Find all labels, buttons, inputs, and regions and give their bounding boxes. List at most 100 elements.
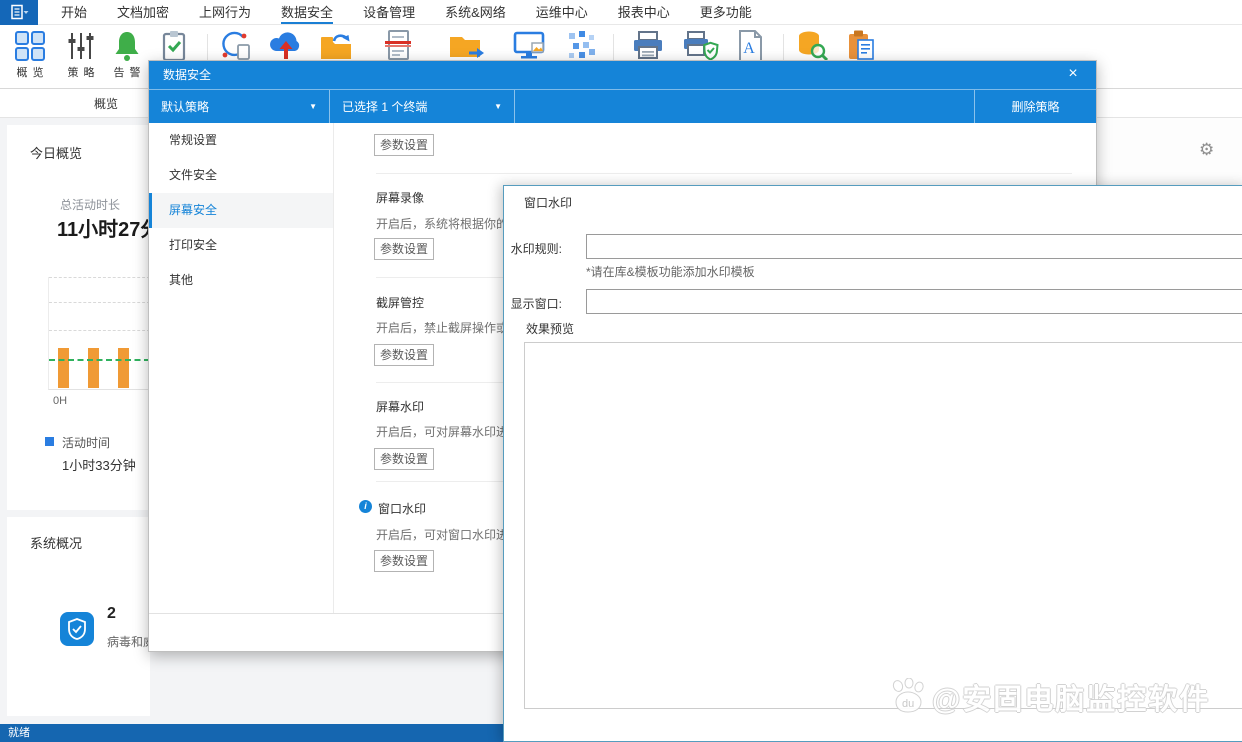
gear-icon[interactable]: ⚙ <box>1199 141 1214 158</box>
section-heading-screen-watermark: 屏幕水印 <box>376 398 424 415</box>
gridline <box>49 302 150 303</box>
menu-item-label: 上网行为 <box>199 1 251 24</box>
toolbar-db-search-button[interactable] <box>791 29 835 63</box>
toolbar-sync-button[interactable] <box>213 29 257 63</box>
database-search-icon <box>795 29 831 63</box>
overview-grid-icon <box>13 29 47 63</box>
menu-item-label: 系统&网络 <box>445 1 506 24</box>
toolbar-label: 策略 <box>59 64 103 80</box>
menu-item-label: 开始 <box>61 1 87 24</box>
activity-chart-plot <box>48 277 150 390</box>
close-icon[interactable]: × <box>1060 61 1086 89</box>
menu-item-report-center[interactable]: 报表中心 <box>603 0 685 24</box>
info-icon: i <box>359 500 372 513</box>
security-shield-tile[interactable] <box>60 612 94 646</box>
section-heading-window-watermark: 窗口水印 <box>378 500 426 517</box>
photo-watermark-text: @安固电脑监控软件 <box>932 676 1210 718</box>
sync-copy-icon <box>217 29 253 63</box>
monitor-image-icon <box>512 29 548 63</box>
toolbar-print-button[interactable] <box>626 29 670 63</box>
param-settings-button[interactable]: 参数设置 <box>374 344 434 366</box>
watermark-dialog-title: 窗口水印 <box>524 194 572 211</box>
total-activity-value: 11小时27分钟 <box>57 213 150 242</box>
pixel-pattern-icon <box>565 29 599 63</box>
menu-bar: 开始 文档加密 上网行为 数据安全 设备管理 系统&网络 运维中心 报表中心 更… <box>0 0 1242 25</box>
effect-preview-label: 效果预览 <box>526 320 574 337</box>
policy-dropdown[interactable]: 默认策略 ▼ <box>149 90 330 123</box>
app-menu-icon <box>9 4 29 21</box>
toolbar-audit-button[interactable] <box>152 29 196 63</box>
gridline <box>49 330 150 331</box>
total-activity-label: 总活动时长 <box>60 196 120 213</box>
toolbar-folder-restore-button[interactable] <box>314 29 358 63</box>
display-window-input[interactable] <box>586 289 1242 314</box>
menu-item-label: 文档加密 <box>117 1 169 24</box>
menu-item-device-management[interactable]: 设备管理 <box>348 0 430 24</box>
photo-watermark: du @安固电脑监控软件 <box>888 676 1210 718</box>
toolbar-pattern-button[interactable] <box>560 29 604 63</box>
activity-bar <box>58 348 69 388</box>
window-watermark-dialog: 窗口水印 水印规则: *请在库&模板功能添加水印模板 显示窗口: 效果预览 <box>503 185 1242 742</box>
display-window-label: 显示窗口: <box>504 295 562 312</box>
dialog-sidebar: 常规设置 文件安全 屏幕安全 打印安全 其他 <box>149 123 334 613</box>
menu-item-internet-behavior[interactable]: 上网行为 <box>184 0 266 24</box>
param-settings-button[interactable]: 参数设置 <box>374 134 434 156</box>
menu-item-label: 运维中心 <box>536 1 588 24</box>
shield-check-icon <box>67 618 87 640</box>
toolbar-overview-button[interactable]: 概览 <box>8 29 52 80</box>
section-heading-screen-recording: 屏幕录像 <box>376 189 424 206</box>
legend-color-swatch <box>45 437 54 446</box>
section-heading-screenshot-control: 截屏管控 <box>376 294 424 311</box>
printer-icon <box>630 29 666 63</box>
sidebar-item-file-security[interactable]: 文件安全 <box>149 158 333 193</box>
dialog-filter-bar: 默认策略 ▼ 已选择 1 个终端 ▼ 删除策略 <box>149 89 1096 123</box>
chevron-down-icon: ▼ <box>494 102 502 111</box>
menu-item-doc-encryption[interactable]: 文档加密 <box>102 0 184 24</box>
toolbar-screen-capture-button[interactable] <box>508 29 552 63</box>
toolbar-print-shield-button[interactable] <box>678 29 722 63</box>
toolbar-policy-button[interactable]: 策略 <box>59 29 103 80</box>
menu-item-more-features[interactable]: 更多功能 <box>685 0 767 24</box>
printer-shield-icon <box>681 29 719 63</box>
toolbar-cloud-upload-button[interactable] <box>264 29 308 63</box>
clipboard-document-icon <box>844 29 880 63</box>
activity-bar <box>88 348 99 388</box>
threshold-line <box>49 359 150 361</box>
param-settings-button[interactable]: 参数设置 <box>374 448 434 470</box>
toolbar-doc-scan-button[interactable] <box>376 29 420 63</box>
delete-policy-button[interactable]: 删除策略 <box>975 90 1096 123</box>
sidebar-item-other[interactable]: 其他 <box>149 263 333 298</box>
toolbar-doc-a-button[interactable]: A <box>728 29 772 63</box>
menu-item-system-network[interactable]: 系统&网络 <box>430 0 521 24</box>
clipboard-check-icon <box>157 29 191 63</box>
toolbar-alarm-button[interactable]: 告警 <box>105 29 149 80</box>
sidebar-item-print-security[interactable]: 打印安全 <box>149 228 333 263</box>
section-divider <box>376 173 1072 174</box>
app-menu-button[interactable] <box>0 0 38 25</box>
tab-overview[interactable]: 概览 <box>84 90 128 118</box>
activity-bar <box>118 348 129 388</box>
policy-sliders-icon <box>64 29 98 63</box>
menu-item-start[interactable]: 开始 <box>46 0 102 24</box>
param-settings-button[interactable]: 参数设置 <box>374 238 434 260</box>
system-overview-card: 系统概况 2 病毒和威胁 <box>7 517 150 716</box>
dialog-title: 数据安全 <box>163 68 211 82</box>
chevron-down-icon: ▼ <box>309 102 317 111</box>
filter-bar-spacer <box>515 90 975 123</box>
sidebar-item-screen-security[interactable]: 屏幕安全 <box>149 193 333 228</box>
toolbar-label: 概览 <box>8 64 52 80</box>
menu-item-data-security[interactable]: 数据安全 <box>266 0 348 24</box>
sidebar-item-general-settings[interactable]: 常规设置 <box>149 123 333 158</box>
toolbar-folder-export-button[interactable] <box>444 29 488 63</box>
menu-item-ops-center[interactable]: 运维中心 <box>521 0 603 24</box>
document-a-icon: A <box>733 29 767 63</box>
menu-item-label: 设备管理 <box>363 1 415 24</box>
terminal-dropdown[interactable]: 已选择 1 个终端 ▼ <box>330 90 515 123</box>
toolbar-clipboard-doc-button[interactable] <box>840 29 884 63</box>
watermark-rule-input[interactable] <box>586 234 1242 259</box>
terminal-dropdown-value: 已选择 1 个终端 <box>342 98 427 115</box>
param-settings-button[interactable]: 参数设置 <box>374 550 434 572</box>
today-overview-card: 今日概览 总活动时长 11小时27分钟 0H 活动时间 1小时33分钟 <box>7 125 150 510</box>
content-right-area <box>1097 118 1242 185</box>
folder-restore-icon <box>318 29 354 63</box>
